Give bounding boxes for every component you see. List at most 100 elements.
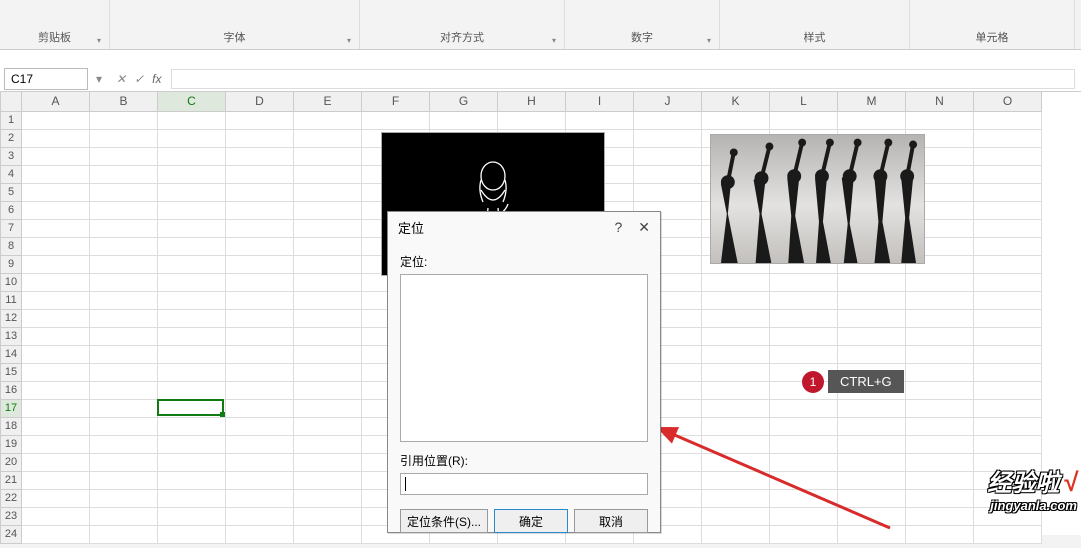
cell[interactable]	[158, 238, 226, 256]
cell[interactable]	[158, 436, 226, 454]
cell[interactable]	[90, 490, 158, 508]
cell[interactable]	[974, 130, 1042, 148]
cell[interactable]	[226, 166, 294, 184]
cell[interactable]	[294, 184, 362, 202]
cell[interactable]	[770, 418, 838, 436]
fx-icon[interactable]: fx	[152, 72, 161, 86]
column-header[interactable]: I	[566, 92, 634, 112]
cell[interactable]	[22, 310, 90, 328]
cell[interactable]	[226, 490, 294, 508]
row-header[interactable]: 11	[0, 292, 22, 310]
cell[interactable]	[974, 292, 1042, 310]
column-header[interactable]: G	[430, 92, 498, 112]
cell[interactable]	[90, 400, 158, 418]
cell[interactable]	[294, 472, 362, 490]
cell[interactable]	[702, 292, 770, 310]
cell[interactable]	[906, 454, 974, 472]
cell[interactable]	[226, 202, 294, 220]
cell[interactable]	[974, 400, 1042, 418]
select-all-corner[interactable]	[0, 92, 22, 112]
cell[interactable]	[294, 112, 362, 130]
cell[interactable]	[294, 148, 362, 166]
row-header[interactable]: 9	[0, 256, 22, 274]
cell[interactable]	[294, 310, 362, 328]
cell[interactable]	[702, 400, 770, 418]
cell[interactable]	[158, 346, 226, 364]
cell[interactable]	[838, 112, 906, 130]
cell[interactable]	[226, 112, 294, 130]
column-header[interactable]: H	[498, 92, 566, 112]
cell[interactable]	[770, 274, 838, 292]
cell[interactable]	[294, 526, 362, 544]
cell[interactable]	[294, 292, 362, 310]
cell[interactable]	[226, 382, 294, 400]
row-header[interactable]: 24	[0, 526, 22, 544]
cell[interactable]	[906, 418, 974, 436]
cell[interactable]	[22, 472, 90, 490]
cell[interactable]	[974, 328, 1042, 346]
cell[interactable]	[294, 490, 362, 508]
cell[interactable]	[226, 130, 294, 148]
cell[interactable]	[90, 418, 158, 436]
row-header[interactable]: 7	[0, 220, 22, 238]
cell[interactable]	[702, 490, 770, 508]
cell[interactable]	[158, 328, 226, 346]
row-header[interactable]: 4	[0, 166, 22, 184]
row-header[interactable]: 21	[0, 472, 22, 490]
cell[interactable]	[22, 184, 90, 202]
cell[interactable]	[838, 472, 906, 490]
cell[interactable]	[226, 148, 294, 166]
cell[interactable]	[974, 436, 1042, 454]
cell[interactable]	[770, 310, 838, 328]
cell[interactable]	[22, 112, 90, 130]
cell[interactable]	[90, 220, 158, 238]
help-icon[interactable]: ?	[614, 219, 622, 236]
cell[interactable]	[294, 328, 362, 346]
cell[interactable]	[770, 490, 838, 508]
cell[interactable]	[158, 364, 226, 382]
cell[interactable]	[974, 202, 1042, 220]
cell[interactable]	[158, 220, 226, 238]
cell[interactable]	[974, 418, 1042, 436]
cell[interactable]	[226, 328, 294, 346]
cell[interactable]	[226, 346, 294, 364]
cell[interactable]	[90, 184, 158, 202]
cell[interactable]	[158, 508, 226, 526]
row-header[interactable]: 19	[0, 436, 22, 454]
cell[interactable]	[906, 490, 974, 508]
cell[interactable]	[22, 364, 90, 382]
cell[interactable]	[22, 400, 90, 418]
cell[interactable]	[294, 238, 362, 256]
cell[interactable]	[22, 382, 90, 400]
cell[interactable]	[158, 112, 226, 130]
cell[interactable]	[974, 184, 1042, 202]
cell[interactable]	[838, 436, 906, 454]
cell[interactable]	[498, 112, 566, 130]
cell[interactable]	[90, 382, 158, 400]
row-header[interactable]: 16	[0, 382, 22, 400]
cell[interactable]	[90, 112, 158, 130]
cell[interactable]	[974, 166, 1042, 184]
row-header[interactable]: 13	[0, 328, 22, 346]
cell[interactable]	[974, 238, 1042, 256]
cell[interactable]	[294, 346, 362, 364]
cell[interactable]	[838, 328, 906, 346]
cell[interactable]	[22, 220, 90, 238]
cell[interactable]	[906, 112, 974, 130]
cell[interactable]	[974, 364, 1042, 382]
accept-formula-icon[interactable]: ✓	[134, 72, 144, 86]
cell[interactable]	[158, 454, 226, 472]
cell[interactable]	[226, 274, 294, 292]
cell[interactable]	[634, 184, 702, 202]
cell[interactable]	[22, 526, 90, 544]
cell[interactable]	[906, 310, 974, 328]
cell[interactable]	[226, 292, 294, 310]
cell[interactable]	[90, 508, 158, 526]
column-header[interactable]: L	[770, 92, 838, 112]
formula-input[interactable]	[171, 69, 1075, 89]
cell[interactable]	[22, 238, 90, 256]
cell[interactable]	[22, 436, 90, 454]
cell[interactable]	[226, 526, 294, 544]
close-icon[interactable]: ✕	[638, 219, 650, 236]
row-header[interactable]: 15	[0, 364, 22, 382]
